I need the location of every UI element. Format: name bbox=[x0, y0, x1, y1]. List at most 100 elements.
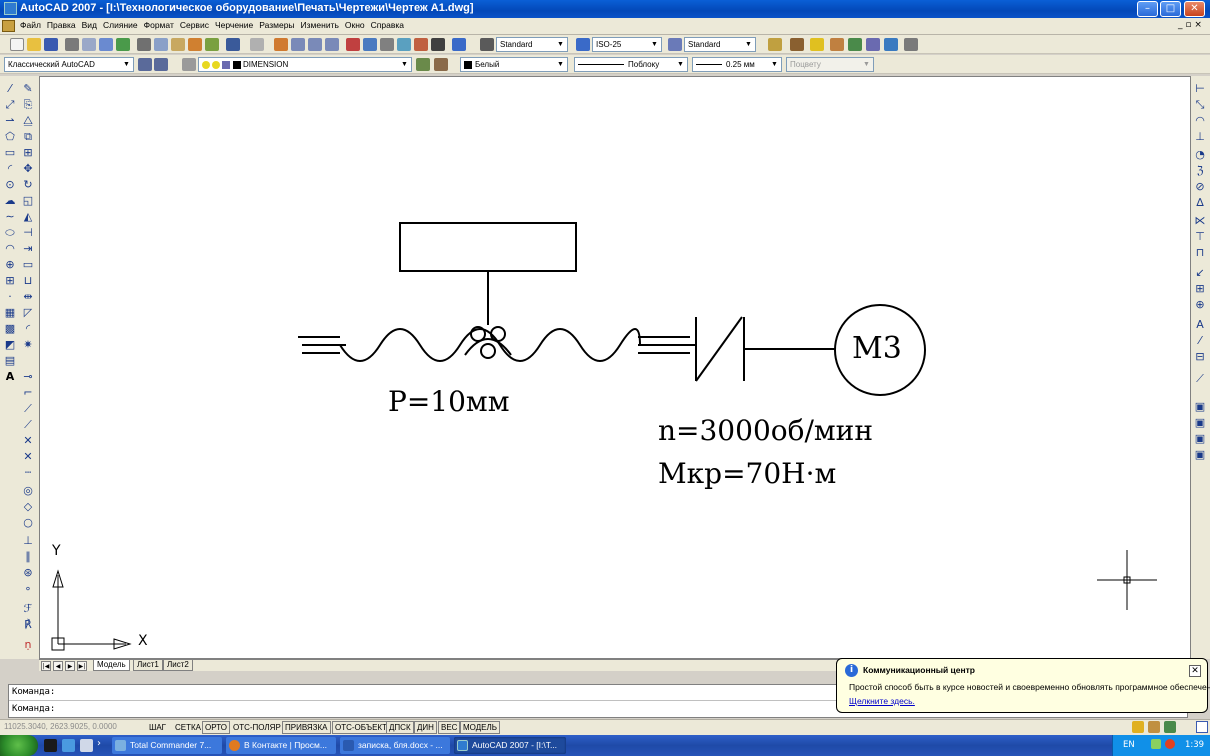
taskbar-item-vkontakte[interactable]: В Контакте | Просм... bbox=[226, 737, 336, 754]
join-icon[interactable]: ⇹ bbox=[21, 290, 35, 304]
fillet-icon[interactable]: ◜ bbox=[21, 322, 35, 336]
osnap-settings-icon[interactable]: ṇ bbox=[21, 638, 35, 652]
snap-none-icon[interactable]: ℟ bbox=[21, 618, 35, 632]
snap-nearest-icon[interactable]: ℱ bbox=[21, 602, 35, 616]
designcenter-icon[interactable] bbox=[363, 38, 377, 51]
taskbar-item-word[interactable]: записка, бля.docx - ... bbox=[340, 737, 450, 754]
ducs-toggle[interactable]: ДПСК bbox=[386, 721, 414, 734]
undo-icon[interactable] bbox=[226, 38, 240, 51]
dim-jogged-icon[interactable]: ℨ bbox=[1193, 164, 1207, 178]
dim-edit-icon[interactable]: A bbox=[1193, 318, 1207, 332]
taskbar-item-total-commander[interactable]: Total Commander 7... bbox=[112, 737, 222, 754]
document-window-controls[interactable]: _ ▫ × bbox=[1178, 20, 1202, 30]
tray-clock[interactable]: 1:39 bbox=[1185, 740, 1204, 750]
menu-file[interactable]: Файл bbox=[17, 18, 44, 32]
snap-midpoint-icon[interactable]: ⟋ bbox=[21, 418, 35, 432]
snap-center-icon[interactable]: ◎ bbox=[21, 484, 35, 498]
workspace-dropdown[interactable]: Классический AutoCAD ▼ bbox=[4, 57, 134, 72]
snap-apparent-intersection-icon[interactable]: ✕ bbox=[21, 450, 35, 464]
ellipse-icon[interactable]: ⬭ bbox=[3, 226, 17, 240]
menu-edit[interactable]: Правка bbox=[44, 18, 79, 32]
document-icon[interactable] bbox=[2, 20, 15, 32]
layer-previous-icon[interactable] bbox=[434, 58, 448, 71]
dim-linear-icon[interactable]: ⊢ bbox=[1193, 82, 1207, 96]
quick-dim-icon[interactable]: ⋉ bbox=[1193, 214, 1207, 228]
snap-quadrant-icon[interactable]: ◇ bbox=[21, 500, 35, 514]
zoom-realtime-icon[interactable] bbox=[291, 38, 305, 51]
erase-icon[interactable]: ✎ bbox=[21, 82, 35, 96]
toolpalettes-icon[interactable] bbox=[380, 38, 394, 51]
command-input[interactable]: Команда: bbox=[12, 704, 55, 714]
make-block-icon[interactable]: ⊞ bbox=[3, 274, 17, 288]
matchprop-icon[interactable] bbox=[188, 38, 202, 51]
gradient-icon[interactable]: ▩ bbox=[3, 322, 17, 336]
taskbar-item-autocad[interactable]: AutoCAD 2007 - [I:\T... bbox=[454, 737, 566, 754]
insert-block-icon[interactable]: ⊕ bbox=[3, 258, 17, 272]
first-tab-icon[interactable]: |◀ bbox=[41, 661, 51, 671]
draworder-under-icon[interactable]: ▣ bbox=[1193, 448, 1207, 462]
layer-manager-icon[interactable] bbox=[182, 58, 196, 71]
mapping-icon[interactable] bbox=[848, 38, 862, 51]
nut-block[interactable] bbox=[399, 222, 577, 272]
offset-icon[interactable]: ⧉ bbox=[21, 130, 35, 144]
clean-screen-icon[interactable] bbox=[1196, 721, 1208, 733]
prev-tab-icon[interactable]: ◀ bbox=[53, 661, 63, 671]
dim-text-edit-icon[interactable]: ⁄ bbox=[1193, 334, 1207, 348]
dim-ordinate-icon[interactable]: ⊥ bbox=[1193, 130, 1207, 144]
render-settings-icon[interactable] bbox=[904, 38, 918, 51]
pan-icon[interactable] bbox=[274, 38, 288, 51]
model-toggle[interactable]: МОДЕЛЬ bbox=[460, 721, 500, 734]
table-style-dropdown[interactable]: Standard ▼ bbox=[684, 37, 756, 52]
menu-modify[interactable]: Изменить bbox=[298, 18, 342, 32]
otrack-toggle[interactable]: ОТС-ОБЪЕКТ bbox=[332, 721, 390, 734]
stretch-icon[interactable]: ◭ bbox=[21, 210, 35, 224]
color-dropdown[interactable]: Белый ▼ bbox=[460, 57, 568, 72]
move-icon[interactable]: ✥ bbox=[21, 162, 35, 176]
explode-icon[interactable]: ✷ bbox=[21, 338, 35, 352]
revision-cloud-icon[interactable]: ☁ bbox=[3, 194, 17, 208]
polar-toggle[interactable]: ОТС-ПОЛЯР bbox=[230, 721, 284, 734]
quick-leader-icon[interactable]: ↙ bbox=[1193, 266, 1207, 280]
tray-network-icon[interactable] bbox=[1151, 739, 1161, 749]
new-icon[interactable] bbox=[10, 38, 24, 51]
spline-icon[interactable]: ∼ bbox=[3, 210, 17, 224]
menu-draw[interactable]: Черчение bbox=[212, 18, 256, 32]
environment-icon[interactable] bbox=[884, 38, 898, 51]
polyline-icon[interactable]: ⇀ bbox=[3, 114, 17, 128]
dim-arc-icon[interactable]: ◠ bbox=[1193, 114, 1207, 128]
balloon-link[interactable]: Щелкните здесь. bbox=[849, 696, 915, 706]
arc-icon[interactable]: ◜ bbox=[3, 162, 17, 176]
ball-bearing[interactable] bbox=[480, 343, 496, 359]
balloon-close-button[interactable]: ✕ bbox=[1189, 665, 1201, 677]
menu-merge[interactable]: Слияние bbox=[100, 18, 141, 32]
next-tab-icon[interactable]: ▶ bbox=[65, 661, 75, 671]
dim-diameter-icon[interactable]: ⊘ bbox=[1193, 180, 1207, 194]
menu-format[interactable]: Формат bbox=[141, 18, 177, 32]
etransmit-icon[interactable] bbox=[116, 38, 130, 51]
mirror-icon[interactable]: ⧋ bbox=[21, 114, 35, 128]
dim-baseline-icon[interactable]: ⊤ bbox=[1193, 230, 1207, 244]
array-icon[interactable]: ⊞ bbox=[21, 146, 35, 160]
region-icon[interactable]: ◩ bbox=[3, 338, 17, 352]
publish-icon[interactable] bbox=[99, 38, 113, 51]
zoom-previous-icon[interactable] bbox=[325, 38, 339, 51]
draworder-above-icon[interactable]: ▣ bbox=[1193, 432, 1207, 446]
help-icon[interactable] bbox=[452, 38, 466, 51]
language-indicator[interactable]: EN bbox=[1123, 740, 1135, 750]
rectangle-icon[interactable]: ▭ bbox=[3, 146, 17, 160]
snap-insert-icon[interactable]: ⊛ bbox=[21, 566, 35, 580]
snap-extension-icon[interactable]: ┄ bbox=[21, 466, 35, 480]
dim-angular-icon[interactable]: ∆ bbox=[1193, 196, 1207, 210]
multiline-text-icon[interactable]: A bbox=[3, 370, 17, 384]
extend-icon[interactable]: ⇥ bbox=[21, 242, 35, 256]
ellipse-arc-icon[interactable]: ◠ bbox=[3, 242, 17, 256]
trim-icon[interactable]: ⊣ bbox=[21, 226, 35, 240]
maximize-button[interactable]: □ bbox=[1160, 1, 1181, 17]
menu-view[interactable]: Вид bbox=[79, 18, 100, 32]
camera-icon[interactable] bbox=[866, 38, 880, 51]
materials-icon[interactable] bbox=[830, 38, 844, 51]
construction-line-icon[interactable]: ⤢ bbox=[3, 98, 17, 112]
workspace-settings-icon[interactable] bbox=[138, 58, 152, 71]
draworder-front-icon[interactable]: ▣ bbox=[1193, 400, 1207, 414]
snap-intersection-icon[interactable]: ✕ bbox=[21, 434, 35, 448]
